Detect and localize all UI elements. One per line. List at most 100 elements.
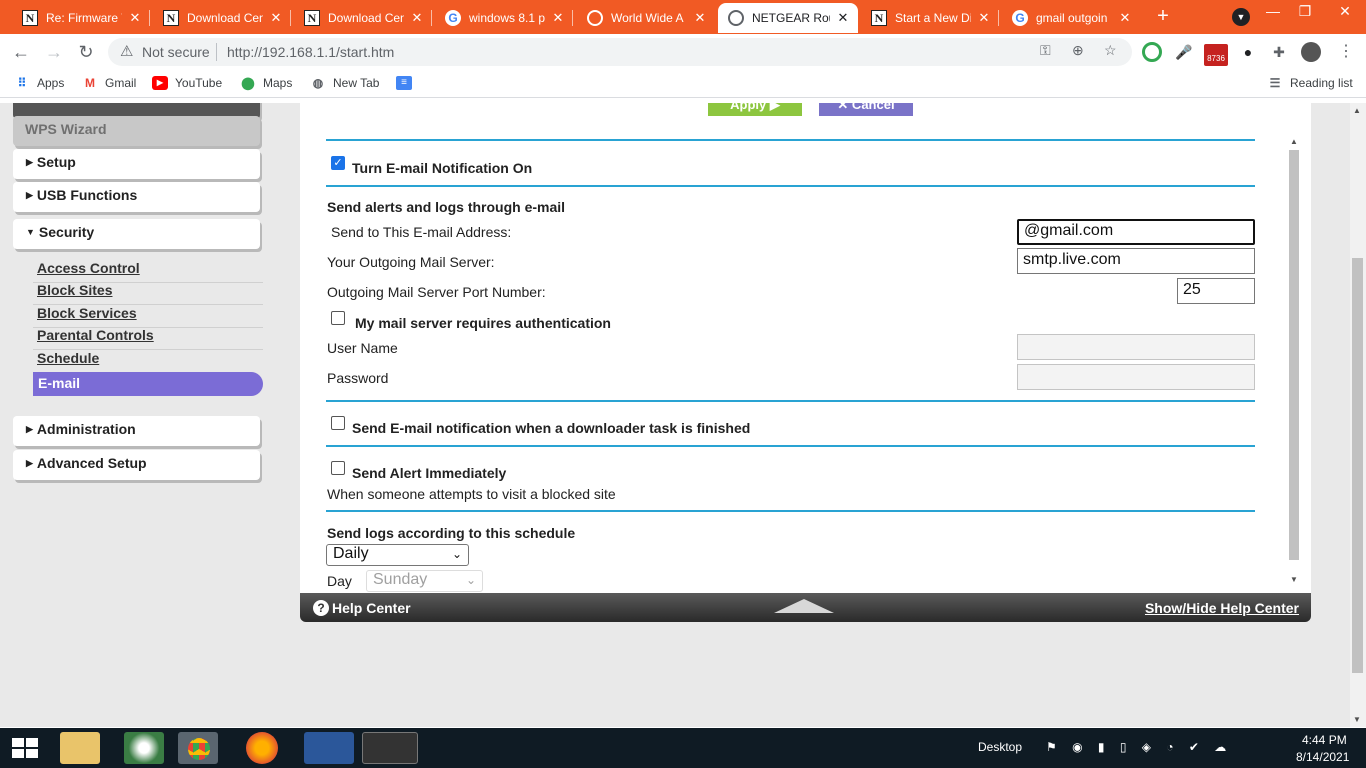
scroll-down-icon[interactable]: ▼ (1353, 715, 1361, 724)
cancel-button[interactable]: ✕ Cancel (819, 103, 913, 116)
bookmark-apps[interactable]: ⠿ Apps (14, 76, 65, 90)
reload-icon[interactable]: ↻ (74, 40, 98, 64)
address-bar[interactable]: ⚠ Not secure http://192.168.1.1/start.ht… (108, 38, 1132, 66)
show-hide-help-link[interactable]: Show/Hide Help Center (1145, 600, 1299, 616)
help-center-label[interactable]: Help Center (332, 600, 411, 616)
menu-advanced-setup[interactable]: ▶ Advanced Setup (13, 450, 260, 480)
tab-3[interactable]: N Download Cen ✕ (294, 3, 432, 33)
tab-6-active[interactable]: NETGEAR Rou ✕ (718, 3, 858, 33)
tab-title: gmail outgoin (1036, 11, 1108, 25)
back-icon[interactable]: ← (9, 40, 33, 64)
day-select[interactable]: Sunday ⌄ (366, 570, 483, 592)
mail-server-input[interactable]: smtp.live.com (1017, 248, 1255, 274)
port-input[interactable]: 25 (1177, 278, 1255, 304)
tab-1[interactable]: N Re: Firmware V ✕ (12, 3, 150, 33)
menu-usb-functions[interactable]: ▶ USB Functions (13, 182, 260, 212)
command-prompt-icon[interactable] (362, 732, 418, 764)
submenu-email-selected[interactable]: E-mail (33, 372, 263, 396)
tab-5[interactable]: World Wide A ✕ (577, 3, 715, 33)
scroll-up-icon[interactable]: ▲ (1290, 137, 1298, 146)
password-input[interactable] (1017, 364, 1255, 390)
submenu-parental-controls[interactable]: Parental Controls (37, 327, 263, 343)
menu-wps-wizard[interactable]: WPS Wizard (13, 116, 260, 146)
close-icon[interactable]: ✕ (551, 10, 565, 26)
bookmark-star-icon[interactable]: ☆ (1104, 42, 1117, 59)
close-icon[interactable]: ✕ (836, 10, 850, 26)
kebab-menu-icon[interactable]: ⋮ (1336, 42, 1356, 62)
email-address-input[interactable]: @gmail.com (1017, 219, 1255, 245)
security-label[interactable]: Not secure (142, 44, 210, 60)
puzzle-icon[interactable]: ✚ (1269, 42, 1289, 62)
scrollbar-thumb[interactable] (1352, 258, 1363, 673)
email-notification-checkbox[interactable]: ✓ (331, 156, 345, 170)
new-tab-button[interactable]: + (1152, 6, 1174, 28)
menu-setup[interactable]: ▶ Setup (13, 149, 260, 179)
tab-4[interactable]: G windows 8.1 p ✕ (435, 3, 573, 33)
downloader-notification-checkbox[interactable] (331, 416, 345, 430)
bookmark-new-tab[interactable]: ◍ New Tab (310, 76, 380, 90)
help-icon[interactable]: ? (313, 600, 329, 616)
chrome-taskbar-icon[interactable] (178, 732, 218, 764)
scroll-up-icon[interactable]: ▲ (1353, 106, 1361, 115)
extension-icon[interactable] (1142, 42, 1162, 62)
key-icon[interactable]: ⚿ (1040, 42, 1051, 59)
menu-security[interactable]: ▼ Security (13, 219, 260, 249)
close-icon[interactable]: ✕ (693, 10, 707, 26)
close-icon[interactable]: ✕ (269, 10, 283, 26)
bookmark-gmail[interactable]: M Gmail (82, 76, 136, 90)
scroll-down-icon[interactable]: ▼ (1290, 575, 1298, 584)
section-divider (326, 510, 1255, 512)
system-tray-icons[interactable]: ⚑ ◉ ▮ ▯ ◈ ◔ ✔ ☁ (1046, 740, 1232, 754)
menu-label: Advanced Setup (36, 455, 147, 471)
desktop-toolbar-label[interactable]: Desktop (978, 740, 1022, 754)
app-icon[interactable] (124, 732, 164, 764)
bookmark-youtube[interactable]: ▶ YouTube (152, 76, 222, 90)
forward-icon[interactable]: → (42, 40, 66, 64)
url-text[interactable]: http://192.168.1.1/start.htm (227, 44, 394, 60)
apply-button[interactable]: Apply ▶ (708, 103, 802, 116)
username-input[interactable] (1017, 334, 1255, 360)
alert-immediately-checkbox[interactable] (331, 461, 345, 475)
bookmark-docs[interactable]: ≡ (396, 76, 419, 90)
window-close-icon[interactable]: ✕ (1330, 2, 1360, 22)
tab-2[interactable]: N Download Cen ✕ (153, 3, 291, 33)
bookmark-maps[interactable]: ⬤ Maps (240, 76, 292, 90)
clock-time[interactable]: 4:44 PM (1302, 733, 1347, 747)
close-icon[interactable]: ✕ (410, 10, 424, 26)
close-icon[interactable]: ✕ (128, 10, 142, 26)
close-icon[interactable]: ✕ (977, 10, 991, 26)
reading-list-button[interactable]: ☰ Reading list (1267, 76, 1353, 90)
firefox-icon[interactable] (246, 732, 278, 764)
submenu-block-sites[interactable]: Block Sites (37, 282, 263, 298)
tab-8[interactable]: G gmail outgoin ✕ (1002, 3, 1140, 33)
submenu-access-control[interactable]: Access Control (37, 260, 263, 276)
page-scrollbar[interactable]: ▲ ▼ (1350, 103, 1366, 727)
profile-avatar[interactable] (1301, 42, 1321, 62)
expand-triangle-icon: ▶ (26, 190, 33, 200)
ninja-extension-icon[interactable]: ● (1238, 42, 1258, 62)
document-app-icon[interactable] (304, 732, 354, 764)
submenu-block-services[interactable]: Block Services (37, 305, 263, 321)
panel-scrollbar[interactable]: ▲ ▼ (1287, 135, 1301, 590)
file-explorer-icon[interactable] (60, 732, 100, 764)
auth-checkbox[interactable] (331, 311, 345, 325)
expand-arrow-icon[interactable] (774, 599, 834, 613)
section-divider (326, 185, 1255, 187)
microphone-icon[interactable]: 🎤 (1174, 42, 1194, 62)
scrollbar-thumb[interactable] (1289, 150, 1299, 560)
restore-icon[interactable]: ❐ (1290, 2, 1320, 22)
clock-date[interactable]: 8/14/2021 (1296, 750, 1349, 764)
zoom-icon[interactable]: ⊕ (1072, 42, 1084, 59)
gmail-badge-icon[interactable]: 8736 (1204, 44, 1228, 66)
schedule-select[interactable]: Daily ⌄ (326, 544, 469, 566)
submenu-schedule[interactable]: Schedule (37, 350, 263, 366)
minimize-icon[interactable]: — (1258, 2, 1288, 22)
tab-search-icon[interactable]: ▼ (1232, 8, 1250, 26)
tab-title: Download Cen (328, 11, 404, 25)
windows-start-icon[interactable] (12, 738, 38, 758)
menu-administration[interactable]: ▶ Administration (13, 416, 260, 446)
reading-list-label: Reading list (1290, 76, 1353, 90)
close-icon[interactable]: ✕ (1118, 10, 1132, 26)
warning-icon[interactable]: ⚠ (120, 42, 133, 60)
tab-7[interactable]: N Start a New Di ✕ (861, 3, 999, 33)
